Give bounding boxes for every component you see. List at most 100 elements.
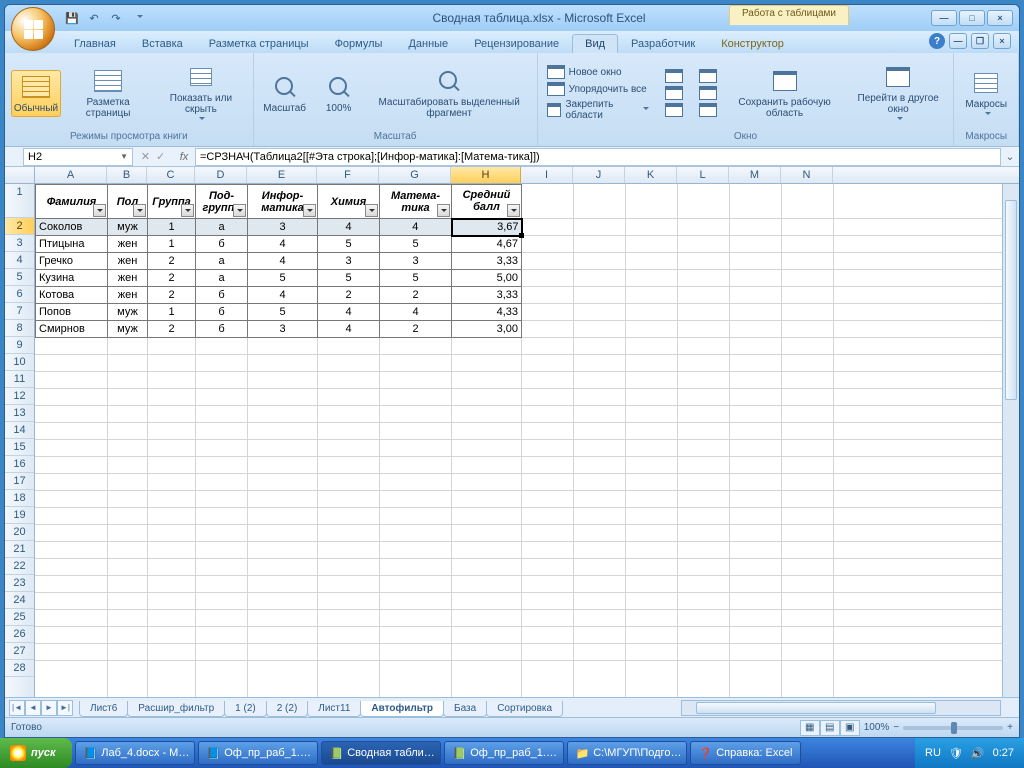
tab-Конструктор[interactable]: Конструктор	[708, 34, 797, 53]
filter-button-icon[interactable]	[507, 204, 520, 217]
zoom-selection-button[interactable]: Масштабировать выделенный фрагмент	[368, 64, 531, 122]
tab-Формулы[interactable]: Формулы	[322, 34, 396, 53]
save-icon[interactable]: 💾	[63, 9, 81, 27]
row-header-10[interactable]: 10	[5, 354, 34, 371]
vertical-scrollbar[interactable]	[1002, 184, 1019, 697]
view-page-layout-button[interactable]: Разметка страницы	[65, 64, 151, 122]
cell[interactable]: а	[196, 219, 248, 236]
cell[interactable]: Соколов	[36, 219, 108, 236]
taskbar-item[interactable]: 📁C:\МГУП\Подго…	[567, 741, 687, 765]
tab-Вставка[interactable]: Вставка	[129, 34, 196, 53]
sheet-nav-next-icon[interactable]: ►	[41, 700, 57, 716]
table-header[interactable]: Среднийбалл	[452, 185, 522, 219]
cells-area[interactable]: ФамилияПолГруппаПод-группаИнфор-матикаХи…	[35, 184, 1019, 697]
tab-Разметка страницы[interactable]: Разметка страницы	[196, 34, 322, 53]
filter-button-icon[interactable]	[181, 204, 194, 217]
hide-button[interactable]	[662, 85, 686, 101]
tab-Вид[interactable]: Вид	[572, 34, 618, 53]
sheet-tab-Расшир_фильтр[interactable]: Расшир_фильтр	[127, 701, 225, 717]
row-header-9[interactable]: 9	[5, 337, 34, 354]
zoom-level[interactable]: 100%	[864, 722, 890, 733]
cell[interactable]: 2	[148, 270, 196, 287]
expand-formula-icon[interactable]: ⌄	[1001, 150, 1019, 163]
cell[interactable]: 2	[318, 287, 380, 304]
row-header-23[interactable]: 23	[5, 575, 34, 592]
sheet-tab-2 (2)[interactable]: 2 (2)	[266, 701, 309, 717]
view-layout-icon[interactable]: ▤	[820, 720, 840, 736]
row-header-7[interactable]: 7	[5, 303, 34, 320]
fx-icon[interactable]: fx	[173, 151, 195, 163]
cell[interactable]: 2	[148, 321, 196, 338]
unhide-button[interactable]	[662, 102, 686, 118]
cell[interactable]: 3,33	[452, 287, 522, 304]
row-header-13[interactable]: 13	[5, 405, 34, 422]
sync-scroll-button[interactable]	[696, 85, 720, 101]
arrange-all-button[interactable]: Упорядочить все	[544, 81, 652, 97]
cell[interactable]: Птицына	[36, 236, 108, 253]
cell[interactable]: жен	[108, 253, 148, 270]
save-workspace-button[interactable]: Сохранить рабочую область	[724, 64, 845, 122]
row-header-12[interactable]: 12	[5, 388, 34, 405]
formula-bar[interactable]: =СРЗНАЧ(Таблица2[[#Эта строка];[Инфор-ма…	[195, 148, 1001, 166]
taskbar-item[interactable]: 📘Оф_пр_раб_1.…	[198, 741, 318, 765]
cell[interactable]: 4,33	[452, 304, 522, 321]
tray-icon[interactable]: 🛡	[949, 747, 963, 760]
row-header-19[interactable]: 19	[5, 507, 34, 524]
zoom-slider[interactable]	[903, 726, 1003, 730]
col-header-F[interactable]: F	[317, 167, 379, 183]
cell[interactable]: б	[196, 304, 248, 321]
view-normal-icon[interactable]: ▦	[800, 720, 820, 736]
cell[interactable]: 3	[248, 219, 318, 236]
table-header[interactable]: Группа	[148, 185, 196, 219]
split-button[interactable]	[662, 68, 686, 84]
side-by-side-button[interactable]	[696, 68, 720, 84]
tab-Данные[interactable]: Данные	[395, 34, 461, 53]
sheet-tab-Лист11[interactable]: Лист11	[307, 701, 361, 717]
row-header-18[interactable]: 18	[5, 490, 34, 507]
undo-icon[interactable]: ↶	[85, 9, 103, 27]
row-header-22[interactable]: 22	[5, 558, 34, 575]
zoom-in-button[interactable]: +	[1007, 722, 1013, 733]
row-header-5[interactable]: 5	[5, 269, 34, 286]
view-break-icon[interactable]: ▣	[840, 720, 860, 736]
row-header-17[interactable]: 17	[5, 473, 34, 490]
zoom-100-button[interactable]: 100%	[314, 70, 364, 117]
cell[interactable]: 1	[148, 304, 196, 321]
cell[interactable]: 3	[380, 253, 452, 270]
view-normal-button[interactable]: Обычный	[11, 70, 61, 117]
row-header-15[interactable]: 15	[5, 439, 34, 456]
cell[interactable]: 1	[148, 236, 196, 253]
cell[interactable]: 5	[380, 236, 452, 253]
help-icon[interactable]: ?	[929, 33, 945, 49]
col-header-G[interactable]: G	[379, 167, 451, 183]
cell[interactable]: Попов	[36, 304, 108, 321]
table-header[interactable]: Инфор-матика	[248, 185, 318, 219]
row-header-16[interactable]: 16	[5, 456, 34, 473]
sheet-tab-База[interactable]: База	[443, 701, 487, 717]
col-header-K[interactable]: K	[625, 167, 677, 183]
cell[interactable]: 4	[318, 304, 380, 321]
taskbar-item[interactable]: 📗Оф_пр_раб_1.…	[444, 741, 564, 765]
office-button[interactable]	[11, 7, 55, 51]
col-header-N[interactable]: N	[781, 167, 833, 183]
cell[interactable]: а	[196, 253, 248, 270]
cell[interactable]: 5	[318, 270, 380, 287]
col-header-E[interactable]: E	[247, 167, 317, 183]
sheet-tab-Автофильтр[interactable]: Автофильтр	[360, 701, 444, 717]
col-header-A[interactable]: A	[35, 167, 107, 183]
tab-Разработчик[interactable]: Разработчик	[618, 34, 708, 53]
cell[interactable]: 4	[248, 287, 318, 304]
table-header[interactable]: Матема-тика	[380, 185, 452, 219]
cell[interactable]: муж	[108, 321, 148, 338]
row-header-8[interactable]: 8	[5, 320, 34, 337]
sheet-nav-first-icon[interactable]: |◄	[9, 700, 25, 716]
cancel-icon[interactable]: ✕	[138, 150, 153, 163]
row-header-2[interactable]: 2	[5, 218, 34, 235]
cell[interactable]: муж	[108, 219, 148, 236]
reset-pos-button[interactable]	[696, 102, 720, 118]
wb-restore-button[interactable]: ❐	[971, 33, 989, 49]
row-header-20[interactable]: 20	[5, 524, 34, 541]
cell[interactable]: 5	[380, 270, 452, 287]
cell[interactable]: б	[196, 236, 248, 253]
cell[interactable]: б	[196, 321, 248, 338]
